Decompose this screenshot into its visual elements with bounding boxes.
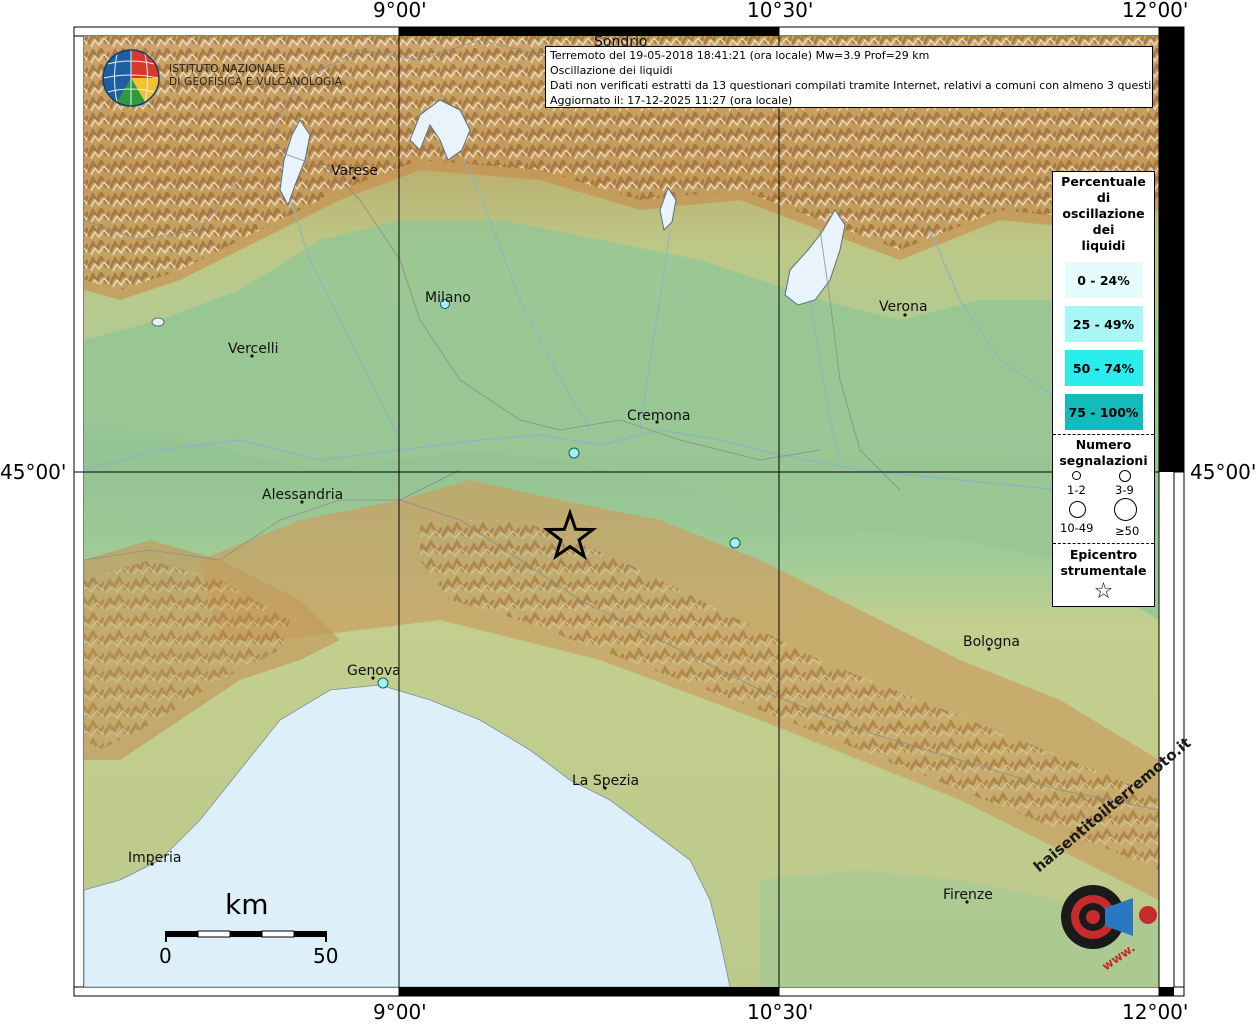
frame-bar-bottom-2 [399, 987, 779, 996]
legend-count-symbols: 1-2 3-9 10-49 ≥50 [1053, 469, 1154, 539]
city-label-varese: Varese [331, 163, 379, 179]
coord-top-10-30: 10°30' [747, 0, 814, 22]
legend-epicenter-line: strumentale [1060, 563, 1147, 578]
legend-class-25-49: 25 - 49% [1064, 306, 1143, 342]
legend-class-50-74: 50 - 74% [1064, 350, 1143, 386]
city-label-bologna: Bologna [963, 634, 1020, 650]
city-label-verona: Verona [879, 299, 928, 315]
legend-epicenter-title: Epicentro strumentale [1053, 547, 1154, 579]
legend-title-line: Percentuale [1061, 174, 1146, 189]
city-label-cremona: Cremona [627, 408, 691, 424]
legend-count-title-line: segnalazioni [1059, 453, 1148, 468]
coord-top-9: 9°00' [373, 0, 427, 22]
info-line-updated: Aggiornato il: 17-12-2025 11:27 (ora loc… [550, 94, 793, 107]
institute-name: ISTITUTO NAZIONALE DI GEOFISICA E VULCAN… [169, 63, 342, 89]
legend-title-line: di [1096, 190, 1111, 205]
coord-bottom-9: 9°00' [373, 1000, 427, 1024]
legend-title-line: dei [1092, 222, 1115, 237]
city-label-milano: Milano [425, 290, 471, 306]
scale-unit: km [225, 888, 269, 921]
count-label-3-9: 3-9 [1115, 483, 1134, 497]
map-legend: Percentuale di oscillazione dei liquidi … [1052, 171, 1155, 607]
coord-left-45: 45°00' [0, 460, 67, 484]
count-circle-small [1072, 471, 1081, 480]
frame-bar-top-1 [73, 26, 400, 37]
event-info-box: Terremoto del 19-05-2018 18:41:21 (ora l… [545, 46, 1153, 108]
count-circle-xlarge [1114, 498, 1137, 521]
legend-class-75-100: 75 - 100% [1064, 394, 1143, 430]
legend-title-line: liquidi [1081, 238, 1126, 253]
city-label-firenze: Firenze [943, 887, 993, 903]
info-line-subject: Oscillazione dei liquidi [550, 64, 673, 77]
coord-top-12: 12°00' [1122, 0, 1189, 22]
count-label-50: ≥50 [1115, 524, 1140, 538]
institute-line-2: DI GEOFISICA E VULCANOLOGIA [169, 76, 343, 88]
frame-bar-right-1 [1159, 36, 1184, 472]
frame-bar-top-2 [399, 27, 779, 36]
frame-corner-br [1159, 987, 1174, 996]
scale-end: 50 [313, 944, 339, 968]
terrain-layer [84, 36, 1159, 987]
scale-start: 0 [159, 944, 172, 968]
city-label-vercelli: Vercelli [228, 341, 279, 357]
count-label-10-49: 10-49 [1060, 521, 1094, 535]
info-line-event: Terremoto del 19-05-2018 18:41:21 (ora l… [550, 49, 930, 62]
lake-viverone [151, 317, 165, 327]
legend-class-0-24: 0 - 24% [1064, 262, 1143, 298]
frame-bar-left-2 [73, 471, 85, 988]
city-label-alessandria: Alessandria [262, 487, 344, 503]
coord-bottom-12: 12°00' [1122, 1000, 1189, 1024]
institute-line-1: ISTITUTO NAZIONALE [169, 63, 286, 75]
coord-right-45: 45°00' [1190, 460, 1256, 484]
frame-corner-tr [1159, 27, 1184, 36]
city-label-la-spezia: La Spezia [572, 773, 640, 789]
report-point-emilia [729, 537, 741, 549]
legend-divider [1053, 434, 1154, 435]
city-label-imperia: Imperia [128, 850, 182, 866]
legend-title-line: oscillazione [1062, 206, 1145, 221]
count-label-1-2: 1-2 [1067, 483, 1086, 497]
ingv-logo-icon [102, 49, 160, 107]
frame-bar-left-1 [73, 35, 85, 473]
legend-divider [1053, 543, 1154, 544]
coord-bottom-10-30: 10°30' [747, 1000, 814, 1024]
frame-bar-top-3 [778, 26, 1160, 37]
legend-epicenter-line: Epicentro [1069, 547, 1138, 562]
report-point-genova [377, 677, 389, 689]
frame-bar-bottom-3 [778, 986, 1160, 997]
legend-count-title: Numero segnalazioni [1053, 437, 1154, 469]
frame-bar-right-2 [1173, 471, 1185, 988]
epicenter-star-icon: ☆ [1093, 579, 1114, 604]
count-circle-large [1069, 501, 1086, 518]
report-point-po [568, 447, 580, 459]
frame-bar-bottom-1 [73, 986, 400, 997]
legend-title: Percentuale di oscillazione dei liquidi [1053, 174, 1154, 254]
count-circle-medium [1119, 470, 1131, 482]
city-label-genova: Genova [347, 663, 401, 679]
info-line-source: Dati non verificati estratti da 13 quest… [550, 79, 1153, 92]
legend-count-title-line: Numero [1075, 437, 1132, 452]
